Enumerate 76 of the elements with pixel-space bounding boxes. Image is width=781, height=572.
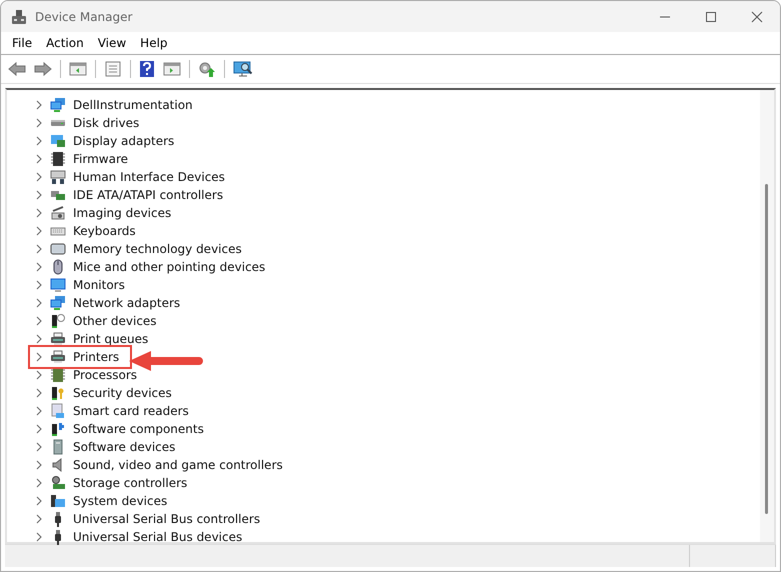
- expand-icon[interactable]: [35, 154, 43, 164]
- tree-item[interactable]: Printers: [73, 350, 120, 364]
- scrollbar[interactable]: [760, 90, 774, 542]
- tree-item[interactable]: Network adapters: [73, 296, 180, 310]
- drive-icon: [50, 119, 66, 127]
- expand-icon[interactable]: [35, 262, 43, 272]
- maximize-icon: [705, 10, 717, 22]
- menu-item[interactable]: File: [5, 34, 40, 52]
- tree-item[interactable]: Display adapters: [73, 134, 174, 148]
- system-icon: [50, 493, 66, 509]
- tree-item[interactable]: Mice and other pointing devices: [73, 260, 266, 274]
- tree-item[interactable]: Keyboards: [73, 224, 136, 238]
- menu-item[interactable]: Action: [39, 34, 91, 52]
- expand-icon[interactable]: [35, 280, 43, 290]
- memory-card-icon: [50, 241, 66, 257]
- expand-icon[interactable]: [35, 190, 43, 200]
- card-reader-icon: [50, 403, 66, 419]
- menu-item[interactable]: View: [90, 34, 134, 52]
- network-icon: [50, 97, 66, 113]
- expand-icon[interactable]: [35, 460, 43, 470]
- expand-icon[interactable]: [35, 298, 43, 308]
- close-icon: [751, 10, 763, 22]
- minimize-icon: [659, 16, 671, 18]
- expand-icon[interactable]: [35, 496, 43, 506]
- window-title: Device Manager: [35, 10, 132, 24]
- expand-icon[interactable]: [35, 352, 43, 362]
- expand-icon[interactable]: [35, 118, 43, 128]
- expand-icon[interactable]: [35, 406, 43, 416]
- expand-icon[interactable]: [35, 370, 43, 380]
- display-adapter-icon: [50, 133, 66, 149]
- expand-icon[interactable]: [35, 514, 43, 524]
- tree-item[interactable]: Memory technology devices: [73, 242, 242, 256]
- expand-icon[interactable]: [35, 442, 43, 452]
- tree-item[interactable]: Sound, video and game controllers: [73, 458, 283, 472]
- tree-item[interactable]: Universal Serial Bus devices: [73, 530, 242, 544]
- tree-item[interactable]: Imaging devices: [73, 206, 172, 220]
- tree-item[interactable]: Disk drives: [73, 116, 140, 130]
- tree-item[interactable]: Other devices: [73, 314, 157, 328]
- expand-icon[interactable]: [35, 100, 43, 110]
- tree-item[interactable]: Monitors: [73, 278, 125, 292]
- computer-icon: [11, 8, 27, 24]
- expand-icon[interactable]: [35, 478, 43, 488]
- tree-item[interactable]: Processors: [73, 368, 138, 382]
- tree-item[interactable]: IDE ATA/ATAPI controllers: [73, 188, 224, 202]
- component-icon: [50, 421, 66, 437]
- tree-item[interactable]: DellInstrumentation: [73, 98, 193, 112]
- tree-item[interactable]: Print queues: [73, 332, 148, 346]
- expand-icon[interactable]: [35, 388, 43, 398]
- tree-item[interactable]: Smart card readers: [73, 404, 189, 418]
- tree-item[interactable]: Storage controllers: [73, 476, 188, 490]
- chip-icon: [50, 367, 66, 383]
- expand-icon[interactable]: [35, 136, 43, 146]
- chip-icon: [50, 151, 66, 167]
- expand-icon[interactable]: [35, 226, 43, 236]
- camera-icon: [50, 205, 66, 221]
- storage-controller-icon: [50, 475, 66, 491]
- menu-item[interactable]: Help: [133, 34, 175, 52]
- expand-icon[interactable]: [35, 316, 43, 326]
- tree-item[interactable]: Software devices: [73, 440, 176, 454]
- tree-item[interactable]: Software components: [73, 422, 204, 436]
- expand-icon[interactable]: [35, 172, 43, 182]
- expand-icon[interactable]: [35, 334, 43, 344]
- tree-item[interactable]: Firmware: [73, 152, 128, 166]
- printer-icon: [50, 331, 66, 347]
- expand-icon[interactable]: [35, 208, 43, 218]
- tree-item[interactable]: Universal Serial Bus controllers: [73, 512, 260, 526]
- expand-icon[interactable]: [35, 424, 43, 434]
- network-icon: [50, 295, 66, 311]
- tree-item[interactable]: Security devices: [73, 386, 172, 400]
- monitor-icon: [50, 277, 66, 293]
- key-device-icon: [50, 385, 66, 401]
- tree-item[interactable]: Human Interface Devices: [73, 170, 225, 184]
- printer-icon: [50, 349, 66, 365]
- expand-icon[interactable]: [35, 244, 43, 254]
- tree-item[interactable]: System devices: [73, 494, 168, 508]
- expand-icon[interactable]: [35, 532, 43, 542]
